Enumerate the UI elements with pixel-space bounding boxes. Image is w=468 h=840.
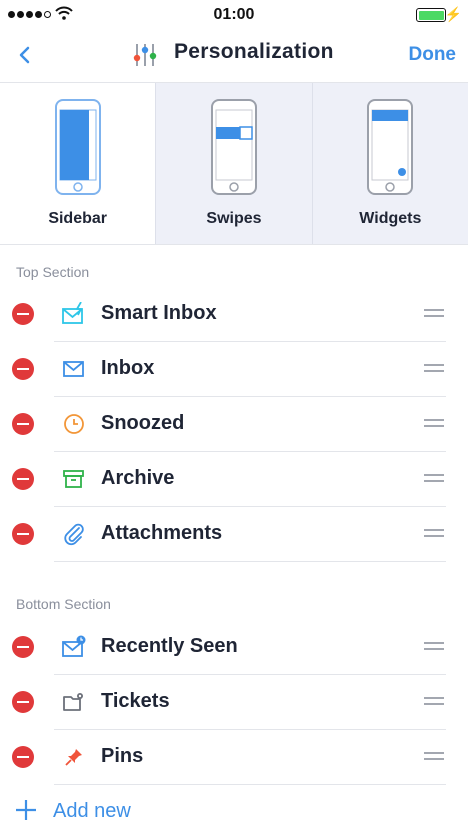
list-item-attachments: Attachments	[0, 507, 468, 562]
pin-icon	[65, 749, 82, 766]
paperclip-icon	[64, 523, 84, 546]
tab-widgets[interactable]: Widgets	[311, 83, 468, 244]
drag-handle-icon[interactable]	[424, 697, 444, 709]
delete-button[interactable]	[12, 468, 34, 490]
list-item-snoozed: Snoozed	[0, 397, 468, 452]
battery-icon	[416, 8, 446, 22]
delete-button[interactable]	[12, 358, 34, 380]
list-item-inbox: Inbox	[0, 342, 468, 397]
section-header-bottom: Bottom Section	[16, 596, 111, 612]
status-bar: 01:00 ⚡	[0, 0, 468, 30]
delete-button[interactable]	[12, 303, 34, 325]
list-item-label: Pins	[101, 745, 144, 767]
add-new-button[interactable]: Add new	[0, 786, 468, 836]
phone-sidebar-icon	[54, 99, 101, 195]
list-item-label: Snoozed	[101, 412, 185, 434]
list-item-label: Smart Inbox	[101, 302, 217, 324]
delete-button[interactable]	[12, 413, 34, 435]
envelope-icon	[63, 361, 84, 377]
smart-inbox-icon	[62, 302, 83, 324]
list-item-smart-inbox: Smart Inbox	[0, 287, 468, 342]
navigation-bar: Personalization Done	[0, 30, 468, 83]
delete-button[interactable]	[12, 523, 34, 545]
list-item-pins: Pins	[0, 730, 468, 785]
envelope-clock-icon	[62, 635, 86, 657]
tab-label: Sidebar	[48, 210, 107, 227]
drag-handle-icon[interactable]	[424, 752, 444, 764]
list-item-archive: Archive	[0, 452, 468, 507]
section-header-top: Top Section	[16, 264, 90, 280]
delete-button[interactable]	[12, 636, 34, 658]
personalization-tabs: Sidebar Swipes Widgets	[0, 83, 468, 245]
list-item-label: Recently Seen	[101, 635, 238, 657]
status-time: 01:00	[213, 6, 255, 23]
page-title: Personalization	[174, 40, 334, 63]
archive-box-icon	[63, 470, 84, 488]
done-button[interactable]: Done	[409, 44, 457, 66]
delete-button[interactable]	[12, 746, 34, 768]
folder-gear-icon	[63, 693, 83, 711]
drag-handle-icon[interactable]	[424, 642, 444, 654]
add-new-label: Add new	[53, 800, 131, 822]
drag-handle-icon[interactable]	[424, 309, 444, 321]
tab-sidebar[interactable]: Sidebar	[0, 83, 156, 244]
plus-icon	[16, 800, 36, 820]
chevron-left-icon[interactable]	[14, 40, 38, 70]
list-item-label: Tickets	[101, 690, 170, 712]
delete-button[interactable]	[12, 691, 34, 713]
phone-swipes-icon	[210, 99, 257, 195]
list-item-tickets: Tickets	[0, 675, 468, 730]
list-item-label: Attachments	[101, 522, 223, 544]
tab-swipes[interactable]: Swipes	[155, 83, 312, 244]
drag-handle-icon[interactable]	[424, 529, 444, 541]
drag-handle-icon[interactable]	[424, 419, 444, 431]
phone-widgets-icon	[367, 99, 414, 195]
list-item-label: Archive	[101, 467, 175, 489]
drag-handle-icon[interactable]	[424, 474, 444, 486]
clock-icon	[64, 414, 84, 434]
tab-label: Widgets	[359, 210, 422, 227]
tab-label: Swipes	[206, 210, 262, 227]
drag-handle-icon[interactable]	[424, 364, 444, 376]
list-item-label: Inbox	[101, 357, 155, 379]
charging-bolt-icon: ⚡	[444, 6, 462, 22]
sliders-icon	[133, 44, 157, 66]
list-item-recently-seen: Recently Seen	[0, 620, 468, 675]
